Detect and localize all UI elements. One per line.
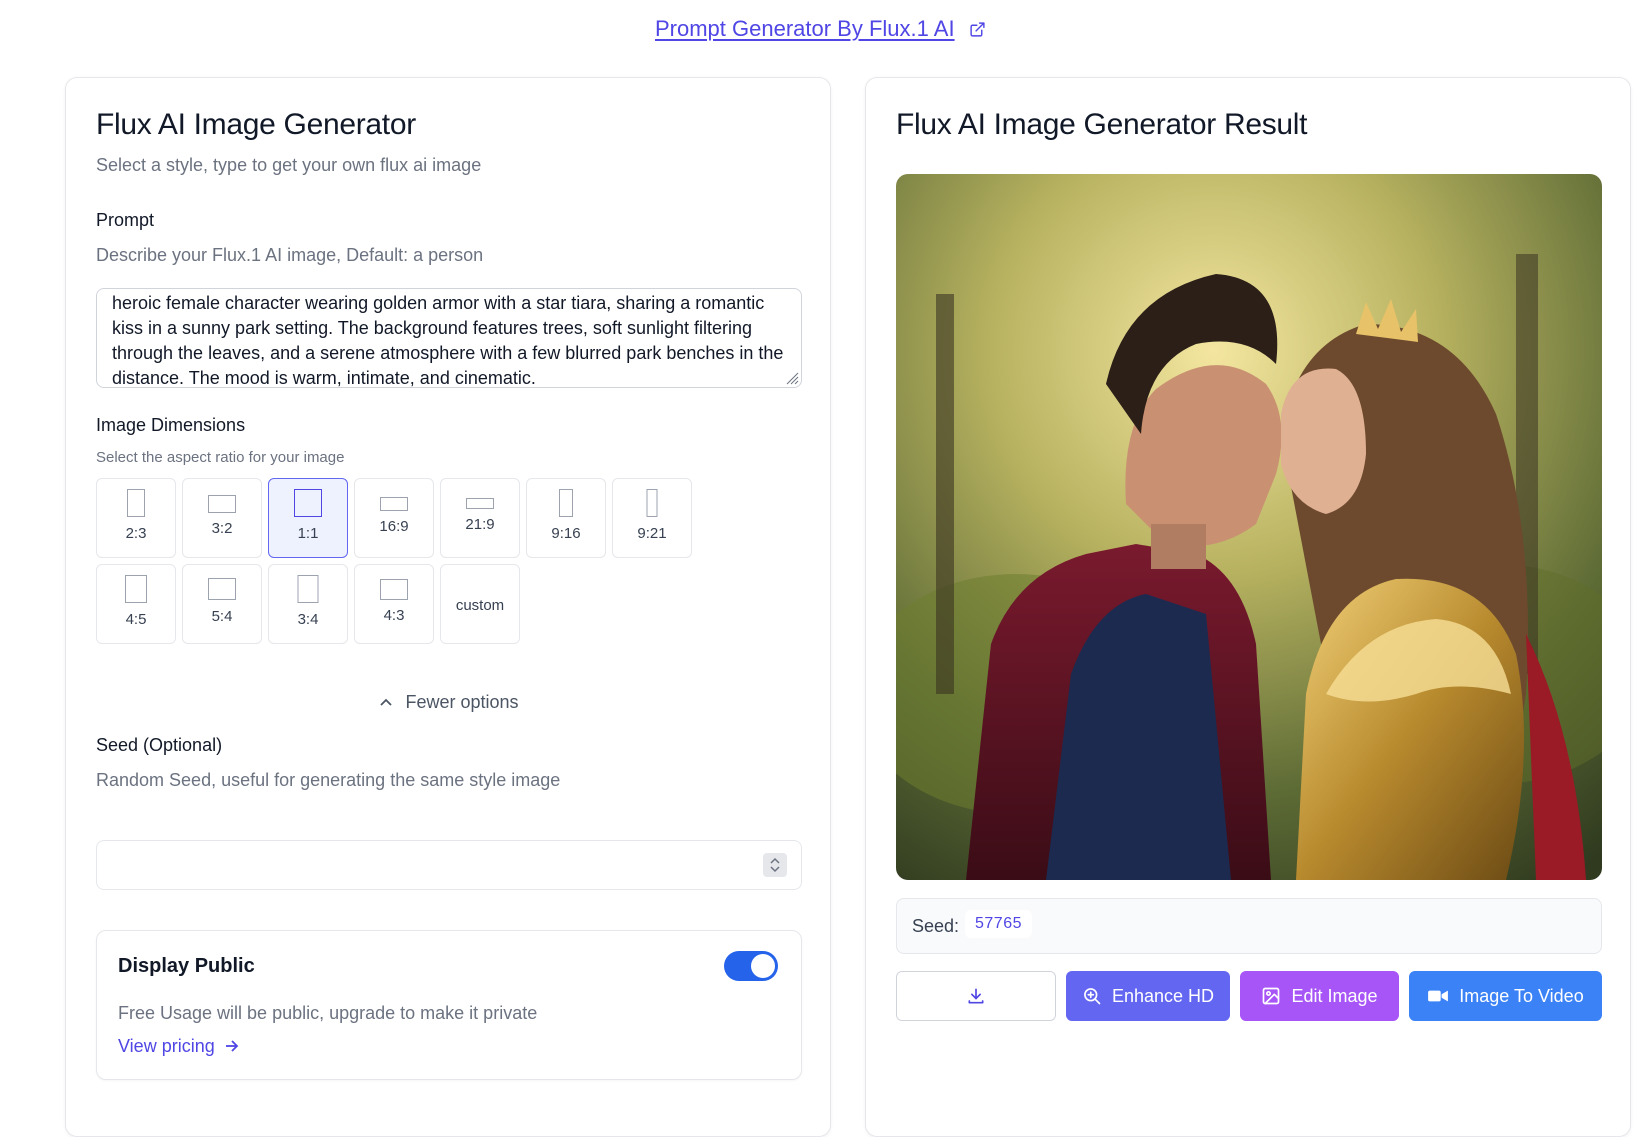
dimensions-label: Image Dimensions: [96, 415, 246, 435]
ratio-option-1-1[interactable]: 1:1: [268, 478, 348, 558]
ratio-label: 9:21: [637, 525, 667, 542]
ratio-label: 16:9: [379, 518, 409, 535]
image-to-video-button[interactable]: Image To Video: [1409, 971, 1602, 1021]
ratio-shape-icon: [125, 575, 147, 603]
page-title: Flux AI Image Generator: [96, 108, 416, 141]
generated-image[interactable]: [896, 174, 1602, 880]
view-pricing-link[interactable]: View pricing: [118, 1036, 240, 1057]
ratio-label: 5:4: [211, 608, 233, 625]
ratio-label: 3:4: [297, 611, 319, 628]
generated-image-illustration: [896, 174, 1602, 880]
ratio-option-3-2[interactable]: 3:2: [182, 478, 262, 558]
result-panel: Flux AI Image Generator Result Seed: 577…: [865, 77, 1631, 1137]
ratio-shape-icon: [208, 495, 236, 513]
edit-image-label: Edit Image: [1291, 985, 1378, 1006]
ratio-option-5-4[interactable]: 5:4: [182, 564, 262, 644]
fewer-options-label: Fewer options: [405, 692, 519, 712]
ratio-shape-icon: [127, 489, 145, 517]
ratio-shape-icon: [466, 498, 494, 509]
result-title: Flux AI Image Generator Result: [896, 108, 1308, 141]
image-to-video-label: Image To Video: [1459, 985, 1584, 1006]
resize-grip-icon[interactable]: [785, 371, 799, 385]
ratio-label: 4:3: [383, 607, 405, 624]
prompt-hint: Describe your Flux.1 AI image, Default: …: [96, 245, 484, 265]
prompt-text: heroic female character wearing golden a…: [112, 293, 784, 388]
display-public-section: Display Public Free Usage will be public…: [96, 930, 802, 1080]
fewer-options-toggle[interactable]: Fewer options: [96, 692, 802, 713]
display-public-toggle[interactable]: [724, 951, 778, 981]
prompt-generator-link-wrap: Prompt Generator By Flux.1 AI: [0, 16, 1641, 42]
ratio-option-3-4[interactable]: 3:4: [268, 564, 348, 644]
arrow-right-icon: [225, 1040, 239, 1052]
ratio-label: 2:3: [125, 525, 147, 542]
ratio-option-16-9[interactable]: 16:9: [354, 478, 434, 558]
toggle-knob: [751, 954, 775, 978]
prompt-label: Prompt: [96, 210, 155, 230]
ratio-option-21-9[interactable]: 21:9: [440, 478, 520, 558]
download-button[interactable]: [896, 971, 1056, 1021]
ratio-label: 21:9: [465, 516, 495, 533]
ratio-shape-icon: [380, 579, 408, 600]
result-seed-value[interactable]: 57765: [965, 910, 1032, 938]
ratio-option-4-3[interactable]: 4:3: [354, 564, 434, 644]
enhance-hd-label: Enhance HD: [1111, 985, 1215, 1006]
seed-label: Seed (Optional): [96, 735, 223, 755]
download-icon: [968, 988, 984, 1004]
ratio-shape-icon: [208, 578, 236, 600]
ratio-label: custom: [455, 597, 505, 614]
prompt-generator-link[interactable]: Prompt Generator By Flux.1 AI: [655, 16, 955, 41]
seed-input[interactable]: [96, 840, 802, 890]
number-stepper[interactable]: [763, 853, 787, 877]
enhance-hd-button[interactable]: Enhance HD: [1066, 971, 1230, 1021]
chevron-up-icon: [380, 698, 393, 706]
stepper-arrows-icon: [770, 857, 780, 873]
ratio-option-9-21[interactable]: 9:21: [612, 478, 692, 558]
image-edit-icon: [1263, 987, 1280, 1005]
ratio-option-custom[interactable]: custom: [440, 564, 520, 644]
ratio-shape-icon: [559, 489, 573, 517]
result-seed-label: Seed:: [912, 916, 960, 936]
ratio-shape-icon: [646, 489, 658, 517]
ratio-shape-icon: [380, 497, 408, 511]
zoom-in-icon: [1084, 988, 1101, 1005]
page-subtitle: Select a style, type to get your own flu…: [96, 155, 482, 175]
seed-hint: Random Seed, useful for generating the s…: [96, 770, 561, 790]
ratio-label: 3:2: [211, 520, 233, 537]
ratio-option-4-5[interactable]: 4:5: [96, 564, 176, 644]
ratio-shape-icon: [297, 575, 319, 603]
prompt-textarea[interactable]: heroic female character wearing golden a…: [96, 288, 802, 388]
generator-panel: Flux AI Image Generator Select a style, …: [65, 77, 831, 1137]
edit-image-button[interactable]: Edit Image: [1240, 971, 1399, 1021]
view-pricing-label: View pricing: [118, 1036, 215, 1056]
video-camera-icon: [1428, 990, 1449, 1002]
display-public-title: Display Public: [118, 955, 255, 977]
dimensions-hint: Select the aspect ratio for your image: [96, 449, 345, 466]
display-public-description: Free Usage will be public, upgrade to ma…: [118, 1003, 538, 1023]
ratio-shape-icon: [294, 489, 322, 517]
ratio-label: 4:5: [125, 611, 147, 628]
ratio-option-9-16[interactable]: 9:16: [526, 478, 606, 558]
external-link-icon[interactable]: [969, 21, 986, 38]
result-seed-row: Seed: 57765: [896, 898, 1602, 954]
ratio-option-2-3[interactable]: 2:3: [96, 478, 176, 558]
ratio-label: 1:1: [297, 525, 319, 542]
ratio-label: 9:16: [551, 525, 581, 542]
